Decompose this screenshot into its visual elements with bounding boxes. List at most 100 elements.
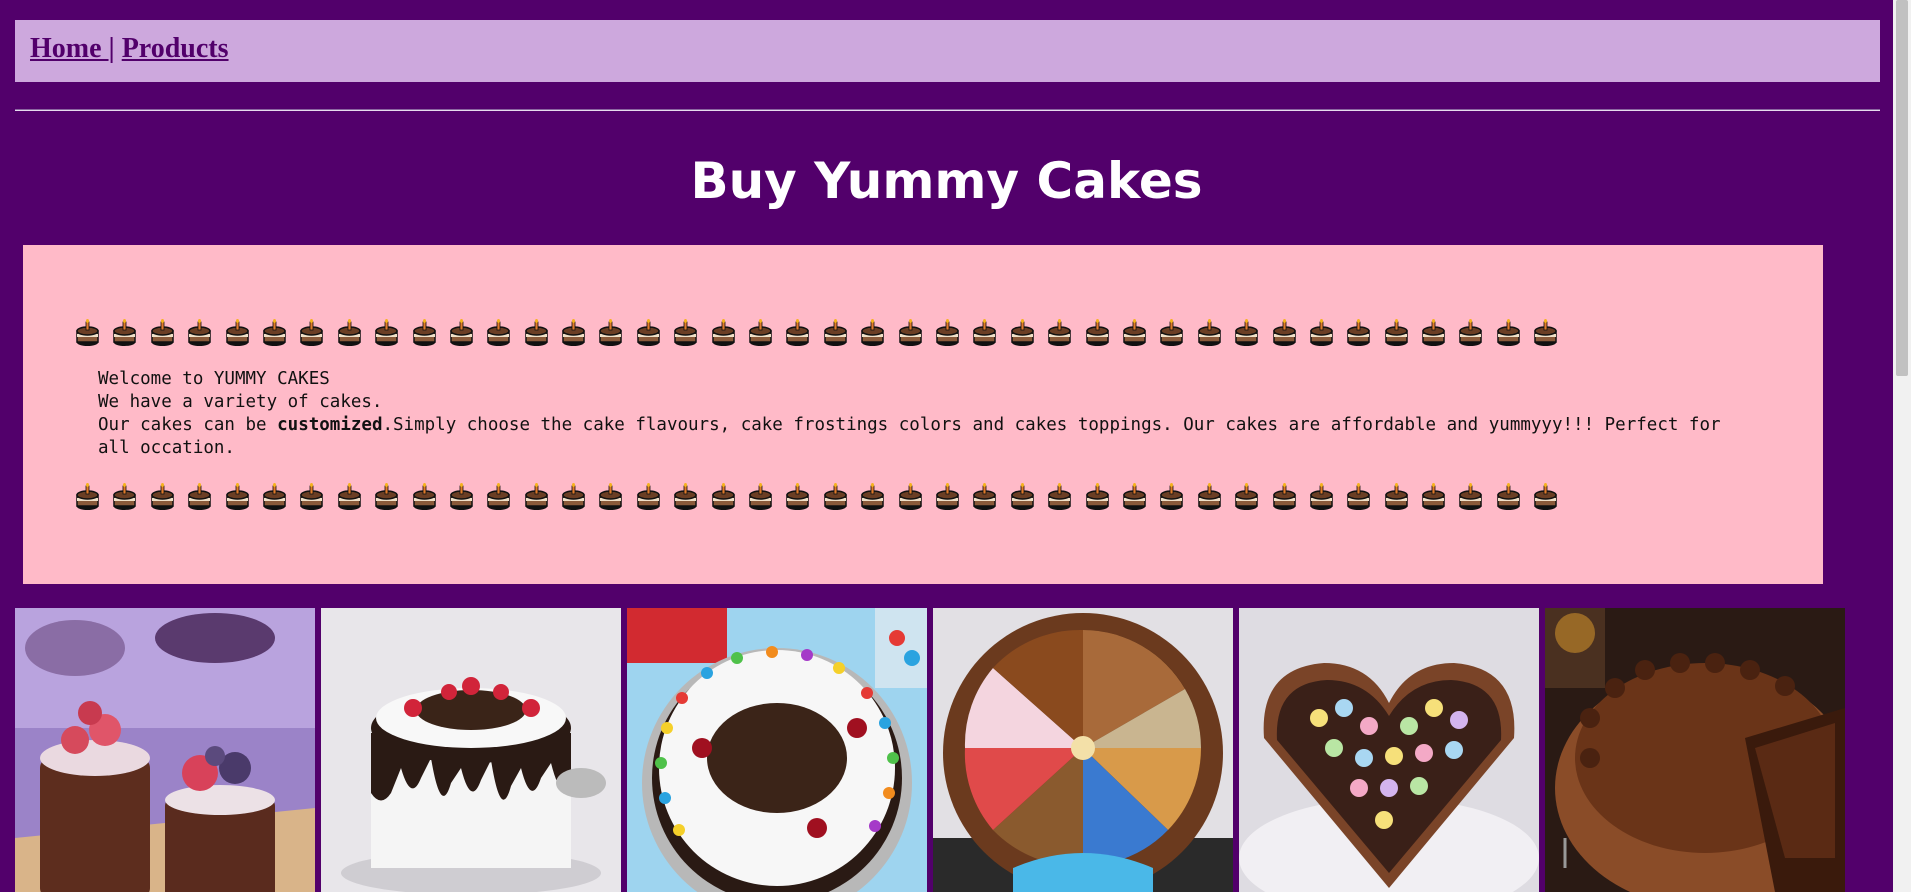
- cake-icon: [75, 482, 100, 512]
- cake-icon: [1197, 482, 1222, 512]
- cake-icon: [1234, 318, 1259, 348]
- cake-icon: [1122, 482, 1147, 512]
- nav-products-link[interactable]: Products: [122, 33, 229, 64]
- cake-icon: [374, 318, 399, 348]
- cake-icon: [486, 482, 511, 512]
- cake-icon: [748, 482, 773, 512]
- cake-gallery: [15, 608, 1847, 892]
- cake-icon: [299, 318, 324, 348]
- cake-icon: [1384, 318, 1409, 348]
- cake-image-3: [627, 608, 927, 892]
- cake-image-5: [1239, 608, 1539, 892]
- cake-icon: [187, 318, 212, 348]
- cake-icon: [823, 318, 848, 348]
- cake-icon: [1533, 482, 1558, 512]
- cake-icon: [598, 482, 623, 512]
- cake-icon: [1496, 318, 1521, 348]
- cake-icon: [150, 482, 175, 512]
- customize-prefix: Our cakes can be: [98, 415, 278, 435]
- cake-icon: [1384, 482, 1409, 512]
- cake-icon: [636, 482, 661, 512]
- cake-icon: [1346, 318, 1371, 348]
- top-nav: Home | Products: [15, 20, 1880, 82]
- page-title: Buy Yummy Cakes: [690, 152, 1203, 210]
- cake-icon: [187, 482, 212, 512]
- cake-icon: [1272, 318, 1297, 348]
- cake-icon: [449, 318, 474, 348]
- cake-icon: [1085, 318, 1110, 348]
- cake-icon: [1272, 482, 1297, 512]
- cake-icon: [1047, 482, 1072, 512]
- welcome-text: Welcome to YUMMY CAKES We have a variety…: [98, 368, 1738, 460]
- customized-bold: customized: [277, 415, 383, 435]
- cake-icon: [299, 482, 324, 512]
- cake-icon: [673, 318, 698, 348]
- cake-icon: [225, 318, 250, 348]
- cake-icon: [1421, 482, 1446, 512]
- cake-icon: [561, 482, 586, 512]
- cake-icon: [524, 318, 549, 348]
- cake-image-4: [933, 608, 1233, 892]
- cake-icon: [711, 318, 736, 348]
- cake-icon: [935, 482, 960, 512]
- cake-icon: [898, 318, 923, 348]
- cake-icon: [748, 318, 773, 348]
- cake-icon: [150, 318, 175, 348]
- cake-icon: [898, 482, 923, 512]
- cake-icon: [374, 482, 399, 512]
- cake-image-1: [15, 608, 315, 892]
- cake-icon: [524, 482, 549, 512]
- cake-icon: [1159, 482, 1184, 512]
- welcome-line: Welcome to YUMMY CAKES: [98, 369, 330, 389]
- cake-image-6: [1545, 608, 1845, 892]
- cake-icon: [673, 482, 698, 512]
- cake-icon: [972, 482, 997, 512]
- cake-icon: [1421, 318, 1446, 348]
- cake-icon-row-bottom: [75, 482, 1558, 512]
- page-scrollbar[interactable]: [1893, 0, 1911, 892]
- cake-icon: [598, 318, 623, 348]
- cake-icon: [112, 318, 137, 348]
- cake-icon: [1496, 482, 1521, 512]
- cake-icon: [711, 482, 736, 512]
- nav-separator: |: [108, 33, 115, 64]
- cake-icon: [935, 318, 960, 348]
- cake-icon: [337, 318, 362, 348]
- nav-home-link[interactable]: Home: [30, 33, 109, 64]
- cake-icon: [75, 318, 100, 348]
- customize-paragraph: Our cakes can be customized.Simply choos…: [98, 414, 1738, 460]
- cake-icon: [1346, 482, 1371, 512]
- cake-icon: [1010, 318, 1035, 348]
- cake-icon: [823, 482, 848, 512]
- cake-icon: [262, 482, 287, 512]
- scrollbar-thumb[interactable]: [1896, 0, 1908, 376]
- cake-icon: [412, 482, 437, 512]
- cake-icon-row-top: [75, 318, 1558, 348]
- cake-icon: [337, 482, 362, 512]
- cake-icon: [860, 318, 885, 348]
- cake-icon: [262, 318, 287, 348]
- cake-icon: [1159, 318, 1184, 348]
- cake-icon: [1234, 482, 1259, 512]
- cake-icon: [860, 482, 885, 512]
- cake-image-2: [321, 608, 621, 892]
- cake-icon: [225, 482, 250, 512]
- cake-icon: [1309, 482, 1334, 512]
- variety-line: We have a variety of cakes.: [98, 392, 383, 412]
- cake-icon: [1047, 318, 1072, 348]
- cake-icon: [785, 318, 810, 348]
- horizontal-divider: [15, 109, 1880, 111]
- cake-icon: [1458, 318, 1483, 348]
- cake-icon: [1010, 482, 1035, 512]
- cake-icon: [636, 318, 661, 348]
- cake-icon: [1197, 318, 1222, 348]
- cake-icon: [785, 482, 810, 512]
- cake-icon: [112, 482, 137, 512]
- cake-icon: [1309, 318, 1334, 348]
- cake-icon: [1458, 482, 1483, 512]
- cake-icon: [1085, 482, 1110, 512]
- cake-icon: [972, 318, 997, 348]
- cake-icon: [1533, 318, 1558, 348]
- cake-icon: [449, 482, 474, 512]
- cake-icon: [561, 318, 586, 348]
